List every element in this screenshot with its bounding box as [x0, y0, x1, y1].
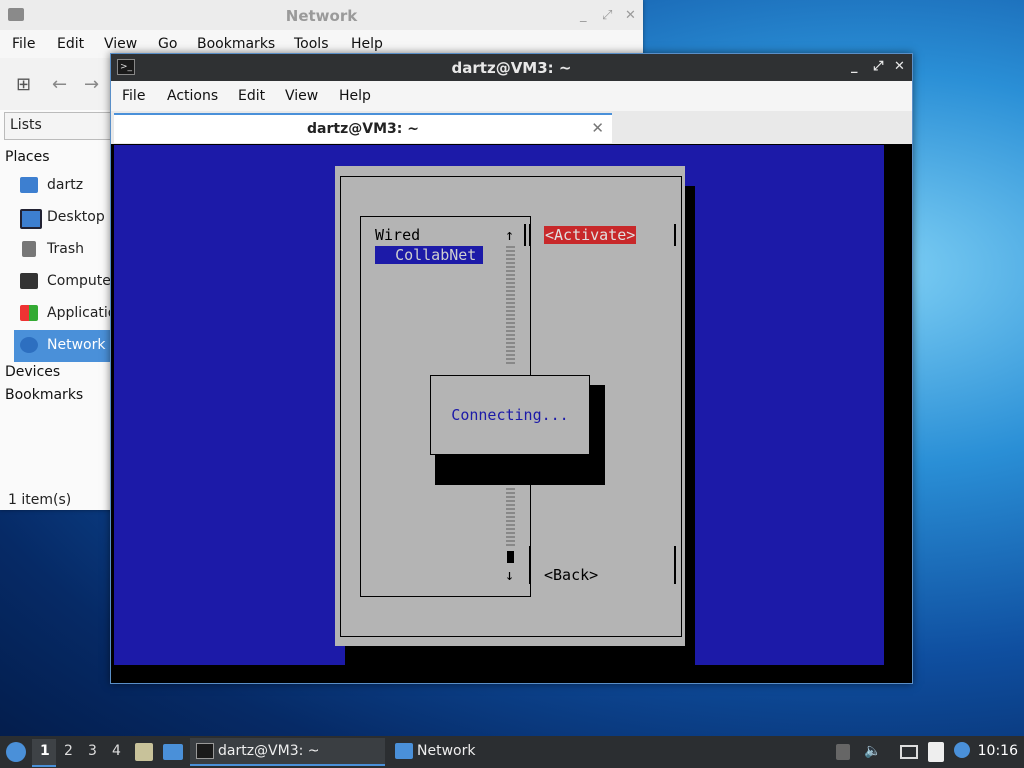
sidebar-item-label: Network: [47, 337, 106, 353]
volume-icon[interactable]: 🔈: [864, 743, 881, 759]
terminal-title: dartz@VM3: ~: [451, 59, 572, 77]
menu-actions[interactable]: Actions: [167, 88, 218, 104]
sidebar-item-label: Trash: [47, 241, 84, 257]
file-manager-launcher-icon[interactable]: [135, 743, 153, 761]
trash-icon: [22, 241, 36, 257]
close-icon[interactable]: ✕: [625, 8, 636, 23]
sidebar: Lists Places dartz Desktop Trash Compute…: [0, 110, 134, 510]
folder-icon: [395, 743, 413, 759]
applications-icon: [20, 305, 38, 321]
scroll-up-arrow[interactable]: ↑: [505, 226, 514, 244]
sidebar-item-label: Computer: [47, 273, 117, 289]
menu-view[interactable]: View: [104, 36, 137, 52]
connection-item-collabnet[interactable]: CollabNet: [375, 246, 483, 264]
sidebar-item-label: dartz: [47, 177, 84, 193]
terminal-window: >_ dartz@VM3: ~ _ ⤢ ✕ File Actions Edit …: [110, 53, 913, 684]
separator: [529, 224, 531, 246]
scrollbar-line: [524, 224, 526, 246]
task-network[interactable]: Network: [389, 738, 584, 766]
separator: [674, 546, 676, 584]
tab-label: dartz@VM3: ~: [307, 121, 419, 137]
scrollbar-track[interactable]: [506, 486, 515, 546]
network-icon: [20, 337, 38, 353]
close-tab-icon[interactable]: ✕: [591, 119, 604, 137]
menu-tools[interactable]: Tools: [294, 36, 329, 52]
menu-edit[interactable]: Edit: [238, 88, 265, 104]
sidebar-item-label: Desktop: [47, 209, 105, 225]
scroll-down-arrow[interactable]: ↓: [505, 566, 514, 584]
computer-icon: [20, 273, 38, 289]
close-icon[interactable]: ✕: [894, 59, 905, 74]
separator: [674, 224, 676, 246]
devices-heading[interactable]: Devices: [5, 364, 60, 380]
back-button[interactable]: <Back>: [544, 566, 598, 584]
terminal-menubar: File Actions Edit View Help: [111, 81, 912, 111]
menu-help[interactable]: Help: [339, 88, 371, 104]
clipboard-icon[interactable]: [928, 742, 944, 762]
tray-menu-icon[interactable]: [836, 744, 850, 760]
scrollbar-track[interactable]: [506, 246, 515, 364]
task-label: dartz@VM3: ~: [218, 743, 320, 759]
task-label: Network: [417, 743, 476, 759]
minimize-icon[interactable]: _: [580, 8, 587, 23]
terminal-screen[interactable]: Wired CollabNet ↑ ↓ <Activate> <Back> Co…: [114, 145, 910, 680]
network-status-icon[interactable]: [900, 745, 918, 759]
menu-file[interactable]: File: [12, 36, 35, 52]
workspace-4[interactable]: 4: [112, 743, 121, 759]
list-heading-wired: Wired: [375, 226, 421, 244]
scrollbar-thumb[interactable]: [507, 551, 514, 563]
menu-view[interactable]: View: [285, 88, 318, 104]
task-terminal[interactable]: dartz@VM3: ~: [190, 738, 385, 766]
file-manager-titlebar[interactable]: Network _ ⤢ ✕: [0, 0, 643, 31]
activate-button[interactable]: <Activate>: [544, 226, 637, 244]
forward-arrow-icon[interactable]: →: [84, 74, 99, 95]
home-folder-icon: [20, 177, 38, 193]
bookmarks-heading[interactable]: Bookmarks: [5, 387, 83, 403]
maximize-icon[interactable]: ⤢: [873, 59, 883, 74]
workspace-2[interactable]: 2: [64, 743, 73, 759]
menu-bookmarks[interactable]: Bookmarks: [197, 36, 275, 52]
workspace-1[interactable]: 1: [40, 743, 50, 759]
sidebar-mode-select[interactable]: Lists: [4, 112, 126, 140]
taskbar: 1 2 3 4 dartz@VM3: ~ Network 🔈 10:16: [0, 736, 1024, 768]
terminal-tab-bar: dartz@VM3: ~ ✕: [111, 111, 912, 144]
terminal-icon: [196, 743, 214, 759]
sidebar-mode-label: Lists: [10, 117, 42, 133]
connecting-popup: Connecting...: [430, 375, 590, 455]
connecting-message: Connecting...: [451, 406, 569, 424]
terminal-titlebar[interactable]: >_ dartz@VM3: ~ _ ⤢ ✕: [111, 54, 912, 81]
file-manager-title: Network: [285, 7, 358, 25]
clock[interactable]: 10:16: [978, 743, 1018, 759]
menu-go[interactable]: Go: [158, 36, 177, 52]
menu-help[interactable]: Help: [351, 36, 383, 52]
menu-file[interactable]: File: [122, 88, 145, 104]
separator: [529, 546, 531, 584]
workspace-3[interactable]: 3: [88, 743, 97, 759]
minimize-icon[interactable]: _: [851, 59, 858, 74]
start-menu-icon[interactable]: [6, 742, 26, 762]
maximize-icon[interactable]: ⤢: [602, 8, 612, 23]
update-notifier-icon[interactable]: [954, 742, 970, 758]
connection-label: CollabNet: [395, 246, 477, 264]
show-desktop-icon[interactable]: [163, 744, 183, 760]
back-arrow-icon[interactable]: ←: [52, 74, 67, 95]
menu-edit[interactable]: Edit: [57, 36, 84, 52]
places-heading: Places: [5, 149, 50, 165]
new-window-icon[interactable]: ⊞: [16, 74, 31, 95]
desktop-icon: [20, 209, 42, 229]
status-bar-text: 1 item(s): [8, 492, 72, 508]
tab-terminal[interactable]: dartz@VM3: ~ ✕: [114, 113, 612, 143]
